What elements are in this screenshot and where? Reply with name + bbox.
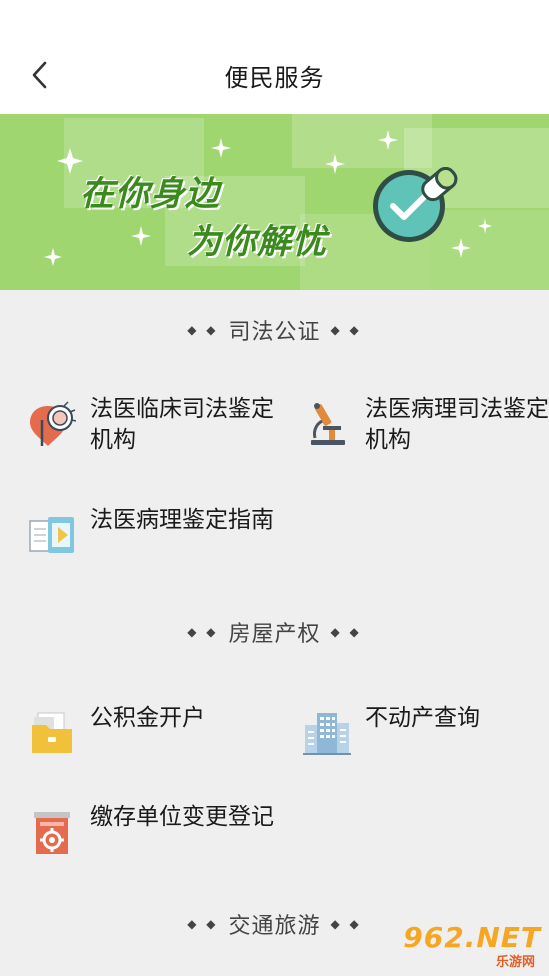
banner[interactable]: 在你身边 为你解忧 <box>0 114 549 290</box>
register-gear-icon <box>34 812 70 854</box>
service-item-pathology-guide[interactable]: 法医病理鉴定指南 <box>28 505 288 559</box>
banner-slogan-1: 在你身边 <box>80 174 220 214</box>
section-dots: ◆ ◆ <box>187 625 219 639</box>
service-item-housing-fund[interactable]: 公积金开户 <box>28 703 288 757</box>
section-title: 交通旅游 <box>228 914 321 939</box>
section-header-judicial: ◆ ◆ 司法公证 ◆ ◆ <box>0 310 549 350</box>
page-title: 便民服务 <box>224 64 325 92</box>
section-dots: ◆ ◆ <box>330 625 362 639</box>
service-item-label: 不动产查询 <box>365 705 480 731</box>
service-item-label: 缴存单位变更登记 <box>90 804 274 830</box>
microscope-icon <box>311 403 345 445</box>
watermark-logo-text: 962.NET <box>403 921 541 954</box>
section-title: 房屋产权 <box>228 622 321 647</box>
service-item-label: 法医病理司法鉴定机构 <box>365 396 549 453</box>
watermark-sub-text: 乐游网 <box>495 955 535 970</box>
service-item-forensic-pathology[interactable]: 法医病理司法鉴定机构 <box>303 394 549 456</box>
service-item-label: 公积金开户 <box>90 705 205 731</box>
map-pin-heart-icon <box>30 401 76 446</box>
service-item-employer-change-registration[interactable]: 缴存单位变更登记 <box>28 802 288 856</box>
sparkle-icon <box>211 138 231 158</box>
banner-slogan-2: 为你解忧 <box>187 222 327 262</box>
app-header: 便民服务 <box>0 0 549 114</box>
section-title: 司法公证 <box>228 320 321 345</box>
section-dots: ◆ ◆ <box>330 323 362 337</box>
section-dots: ◆ ◆ <box>187 323 219 337</box>
documents-icon <box>29 517 74 553</box>
service-item-label: 法医临床司法鉴定机构 <box>90 396 274 453</box>
service-item-label: 法医病理鉴定指南 <box>90 507 274 533</box>
folder-icon <box>32 712 72 753</box>
sparkle-icon <box>44 248 62 266</box>
section-dots: ◆ ◆ <box>187 917 219 931</box>
building-icon <box>303 713 351 755</box>
section-header-property: ◆ ◆ 房屋产权 ◆ ◆ <box>0 612 549 652</box>
service-item-forensic-clinical[interactable]: 法医临床司法鉴定机构 <box>28 394 288 456</box>
sparkle-icon <box>131 226 151 246</box>
service-item-real-estate-query[interactable]: 不动产查询 <box>303 703 549 757</box>
section-dots: ◆ ◆ <box>330 917 362 931</box>
